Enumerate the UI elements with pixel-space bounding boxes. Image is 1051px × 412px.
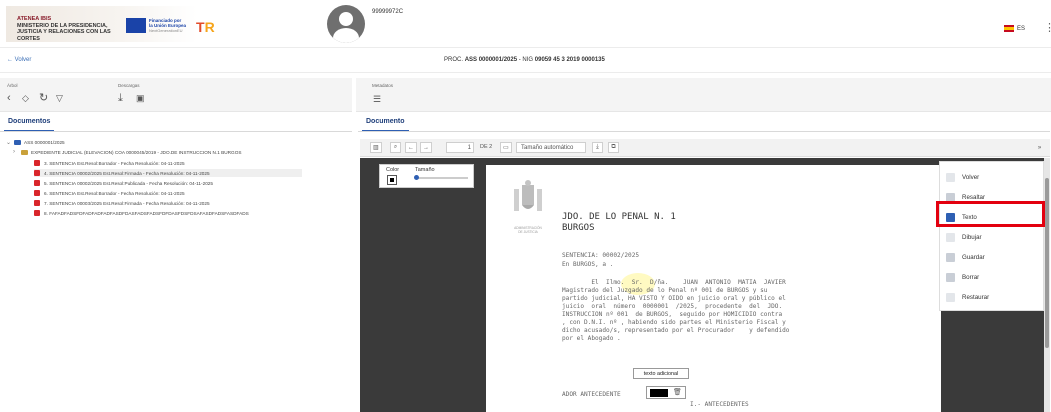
antecedentes-heading: I.- ANTECEDENTES [690, 401, 749, 408]
court-caption: ADMINISTRACIÓN DE JUSTICIA [514, 226, 542, 234]
menu-item-guardar[interactable]: Guardar [940, 248, 1045, 266]
document-toolbar: Metadatos ☰ [356, 78, 1051, 112]
proc-title: PROC. ASS 0000001/2025 - NIG 09059 45 3 … [444, 57, 605, 63]
menu-item-dibujar[interactable]: Dibujar [940, 228, 1045, 246]
pdf-icon [34, 200, 40, 206]
highlight-box [936, 201, 1045, 227]
tree-item-selected[interactable]: 4. SENTENCIA 00002/2025 Est.Resol:Firmad… [34, 169, 302, 177]
court-heading: JDO. DE LO PENAL N. 1 BURGOS [562, 212, 676, 233]
tools-chevron-icon[interactable]: » [1034, 142, 1045, 153]
tree-item[interactable]: 8. FAFADFADSFDFADFADFADFASDFDASFADSFADSF… [34, 209, 249, 217]
size-slider[interactable] [416, 177, 468, 179]
page-total: DE 2 [480, 144, 493, 150]
tree-folder[interactable]: › EXPEDIENTE JUDICIAL (ELEVACION) COA 00… [13, 148, 241, 156]
restore-icon [946, 292, 955, 302]
tab-documento[interactable]: Documento [362, 116, 409, 132]
download-icon[interactable]: ⤓ [118, 93, 123, 104]
pdf-icon [34, 180, 40, 186]
back-link[interactable]: ← Volver [7, 57, 31, 63]
size-label: Tamaño [415, 167, 435, 173]
menu-item-restaurar[interactable]: Restaurar [940, 288, 1045, 306]
menu-item-borrar[interactable]: Borrar [940, 268, 1045, 286]
trash-icon [946, 272, 955, 282]
sub-header: ← Volver PROC. ASS 0000001/2025 - NIG 09… [0, 49, 1051, 73]
save-icon [946, 252, 955, 262]
pdf-icon [34, 170, 40, 176]
tabs-divider-right [358, 131, 1050, 132]
folder-icon [21, 149, 28, 155]
color-label: Color [386, 167, 400, 173]
menu-item-volver[interactable]: Volver [940, 168, 1045, 186]
annotation-tools-menu: Volver Resaltar Texto Dibujar Guardar Bo… [939, 161, 1044, 311]
ministry-logo: ATENEA IBIS MINISTERIO DE LA PRESIDENCIA… [6, 6, 261, 42]
size-slider-handle[interactable] [414, 175, 419, 180]
sentencia-line: SENTENCIA: 00002/2025 [562, 252, 640, 259]
tree-item[interactable]: 3. SENTENCIA Est.Resol:Borrador - Fecha … [34, 159, 185, 167]
metadata-icon[interactable]: ☰ [373, 94, 381, 105]
tab-documentos[interactable]: Documentos [4, 116, 55, 132]
refresh-icon[interactable]: ↻ [39, 93, 48, 104]
avatar-head-shape [339, 12, 353, 26]
prtr-logo: TR [196, 19, 215, 35]
tree-item[interactable]: 5. SENTENCIA 00002/2025 Est.Resol:Public… [34, 179, 213, 187]
pencil-icon [946, 232, 955, 242]
user-id: 99999972C [372, 9, 404, 15]
tree-item[interactable]: 7. SENTENCIA 00003/2025 Est.Resol:Firmad… [34, 199, 210, 207]
annotation-color-swatch[interactable] [650, 389, 668, 397]
user-avatar[interactable] [327, 5, 365, 43]
zoom-select[interactable]: Tamaño automático [516, 142, 586, 153]
chevron-down-icon: ⌄ [6, 139, 12, 146]
avatar-body-shape [333, 28, 359, 43]
pdf-page: ADMINISTRACIÓN DE JUSTICIA JDO. DE LO PE… [486, 165, 941, 412]
download-icon[interactable]: ⤓ [592, 142, 603, 153]
folder-icon [14, 139, 21, 145]
tree-item[interactable]: 6. SENTENCIA Est.Resol:Borrador - Fecha … [34, 189, 185, 197]
tree-toolbar: Árbol Descargas ‹ ◇ ↻ ▽ ⤓ ▣ [0, 78, 352, 112]
expand-icon[interactable]: ◇ [22, 93, 29, 104]
back-arrow-icon [946, 172, 955, 182]
pdf-icon [34, 210, 40, 216]
color-picker[interactable] [387, 175, 397, 185]
pdf-icon [34, 190, 40, 196]
arbol-label: Árbol [7, 83, 18, 88]
lugar-line: En BURGOS, a . [562, 261, 614, 268]
page-number-input[interactable]: 1 [446, 142, 474, 153]
tabs-divider-left [0, 131, 352, 132]
next-page-icon[interactable]: → [420, 142, 432, 153]
tree-root[interactable]: ⌄ ASS 0000001/2025 [6, 138, 65, 146]
pdf-icon [34, 160, 40, 166]
previous-page-icon[interactable]: ← [405, 142, 417, 153]
pdf-viewer-toolbar: ▥ ⌕ ← → 1 DE 2 ▭ Tamaño automático ⤓ ⧉ » [360, 139, 1050, 157]
metadatos-label: Metadatos [372, 83, 394, 88]
descargas-label: Descargas [118, 83, 140, 88]
collapse-icon[interactable]: ‹ [7, 93, 11, 104]
spain-flag-icon [1004, 25, 1014, 32]
annotation-controls: 🗑 [646, 386, 686, 399]
more-options-icon[interactable]: ⋮ [1044, 21, 1051, 34]
annotation-style-panel: Color Tamaño [379, 164, 474, 188]
text-annotation[interactable]: texto adicional [633, 368, 689, 379]
download-multiple-icon[interactable]: ▣ [136, 93, 145, 104]
sidebar-toggle-icon[interactable]: ▥ [370, 142, 382, 153]
chevron-right-icon: › [13, 149, 15, 155]
search-icon[interactable]: ⌕ [390, 142, 401, 153]
coat-of-arms-icon [514, 180, 542, 211]
app-header: ATENEA IBIS MINISTERIO DE LA PRESIDENCIA… [0, 0, 1051, 48]
trash-icon[interactable]: 🗑 [673, 388, 682, 396]
language-selector[interactable]: ES [1004, 25, 1025, 32]
eu-flag-icon [126, 18, 146, 33]
eu-funding-text: Financiado por la Unión Europea NextGene… [149, 18, 187, 33]
save-icon[interactable]: ▭ [500, 142, 512, 153]
scrollbar-thumb[interactable] [1045, 178, 1049, 348]
antecedentes-prefix: ADOR ANTECEDENTE [562, 391, 621, 398]
ministry-text: ATENEA IBIS MINISTERIO DE LA PRESIDENCIA… [17, 16, 111, 42]
open-external-icon[interactable]: ⧉ [608, 142, 619, 153]
filter-icon[interactable]: ▽ [56, 93, 63, 104]
